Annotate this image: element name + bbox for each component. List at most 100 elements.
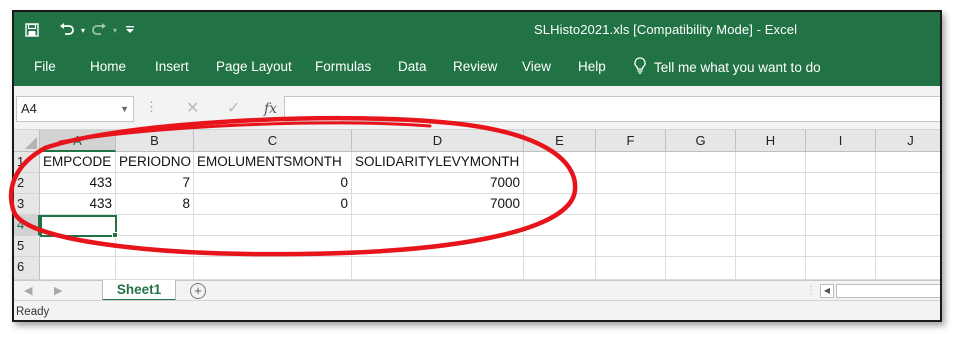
grid-cell[interactable] [116, 215, 194, 236]
formula-input[interactable] [284, 96, 940, 122]
row-header-2[interactable]: 2 [14, 173, 40, 194]
scroll-sheets-left-icon[interactable]: ◀ [24, 281, 32, 301]
grid-cell[interactable] [352, 257, 524, 280]
redo-icon[interactable] [90, 18, 108, 42]
grid-cell[interactable] [876, 215, 940, 236]
grid-cell[interactable] [666, 152, 736, 173]
cell-a3[interactable]: 433 [40, 194, 116, 215]
customize-qat-icon[interactable] [122, 18, 138, 42]
sheet-tab-sheet1[interactable]: Sheet1 [102, 280, 176, 301]
scrollbar-grip-icon[interactable]: ⋮ [806, 281, 816, 301]
grid-cell[interactable] [596, 215, 666, 236]
grid-cell[interactable] [666, 194, 736, 215]
row-header-3[interactable]: 3 [14, 194, 40, 215]
row-header-1[interactable]: 1 [14, 152, 40, 173]
grid-cell[interactable] [40, 236, 116, 257]
row-header-5[interactable]: 5 [14, 236, 40, 257]
tab-page-layout[interactable]: Page Layout [216, 48, 292, 86]
grid-cell[interactable] [524, 257, 596, 280]
grid-cell[interactable] [194, 236, 352, 257]
grid-cell[interactable] [352, 215, 524, 236]
tell-me-box[interactable]: Tell me what you want to do [634, 48, 821, 86]
enter-icon[interactable]: ✓ [227, 96, 240, 122]
name-box-dropdown-icon[interactable]: ▼ [120, 97, 129, 121]
column-header-a[interactable]: A [40, 130, 116, 152]
grid-cell[interactable] [876, 152, 940, 173]
row-header-4[interactable]: 4 [14, 215, 40, 236]
cell-c3[interactable]: 0 [194, 194, 352, 215]
name-box[interactable]: A4 ▼ [16, 96, 134, 122]
horizontal-scrollbar[interactable] [836, 284, 940, 298]
undo-icon[interactable] [58, 18, 76, 42]
tab-file[interactable]: File [34, 48, 56, 86]
grid-cell[interactable] [876, 257, 940, 280]
tab-review[interactable]: Review [453, 48, 497, 86]
grid-cell[interactable] [876, 173, 940, 194]
grid-cell[interactable] [736, 215, 806, 236]
grid-cell[interactable] [736, 194, 806, 215]
column-header-c[interactable]: C [194, 130, 352, 152]
grid-cell[interactable] [736, 152, 806, 173]
column-header-j[interactable]: J [876, 130, 940, 152]
tab-formulas[interactable]: Formulas [315, 48, 371, 86]
grid-cell[interactable] [596, 236, 666, 257]
insert-function-icon[interactable]: fx [264, 96, 277, 122]
grid-cell[interactable] [666, 215, 736, 236]
redo-dropdown-icon[interactable]: ▾ [110, 18, 120, 42]
grid-cell[interactable] [876, 236, 940, 257]
cell-a1[interactable]: EMPCODE [40, 152, 116, 173]
cell-d1[interactable]: SOLIDARITYLEVYMONTH [352, 152, 524, 173]
grid-cell[interactable] [194, 215, 352, 236]
grid-cell[interactable] [524, 173, 596, 194]
formula-bar-grip-icon[interactable]: ⋮ [145, 99, 158, 115]
tab-insert[interactable]: Insert [155, 48, 189, 86]
grid-cell[interactable] [524, 194, 596, 215]
cell-c1[interactable]: EMOLUMENTSMONTH [194, 152, 352, 173]
active-cell-a4[interactable] [40, 215, 117, 237]
select-all-button[interactable] [14, 130, 40, 152]
column-header-d[interactable]: D [352, 130, 524, 152]
grid-cell[interactable] [736, 173, 806, 194]
column-header-b[interactable]: B [116, 130, 194, 152]
grid-cell[interactable] [666, 236, 736, 257]
cell-d3[interactable]: 7000 [352, 194, 524, 215]
grid-cell[interactable] [876, 194, 940, 215]
grid-cell[interactable] [596, 194, 666, 215]
tab-view[interactable]: View [522, 48, 551, 86]
grid-cell[interactable] [596, 257, 666, 280]
cell-a2[interactable]: 433 [40, 173, 116, 194]
grid-cell[interactable] [524, 152, 596, 173]
grid-cell[interactable] [806, 152, 876, 173]
grid-cell[interactable] [524, 215, 596, 236]
grid-cell[interactable] [806, 215, 876, 236]
cell-b1[interactable]: PERIODNO [116, 152, 194, 173]
tab-help[interactable]: Help [578, 48, 606, 86]
grid-cell[interactable] [806, 257, 876, 280]
column-header-i[interactable]: I [806, 130, 876, 152]
undo-dropdown-icon[interactable]: ▾ [78, 18, 88, 42]
grid-cell[interactable] [116, 236, 194, 257]
grid-cell[interactable] [596, 152, 666, 173]
grid-cell[interactable] [736, 257, 806, 280]
grid-cell[interactable] [596, 173, 666, 194]
grid-cell[interactable] [666, 173, 736, 194]
cell-b2[interactable]: 7 [116, 173, 194, 194]
grid-cell[interactable] [352, 236, 524, 257]
cell-d2[interactable]: 7000 [352, 173, 524, 194]
row-header-6[interactable]: 6 [14, 257, 40, 280]
grid-cell[interactable] [116, 257, 194, 280]
add-sheet-icon[interactable]: + [190, 283, 206, 299]
grid-cell[interactable] [524, 236, 596, 257]
grid-cell[interactable] [806, 236, 876, 257]
column-header-h[interactable]: H [736, 130, 806, 152]
column-header-e[interactable]: E [524, 130, 596, 152]
column-header-g[interactable]: G [666, 130, 736, 152]
grid-cell[interactable] [806, 194, 876, 215]
grid-cell[interactable] [736, 236, 806, 257]
grid-cell[interactable] [666, 257, 736, 280]
cancel-icon[interactable]: ✕ [186, 96, 199, 122]
tab-data[interactable]: Data [398, 48, 427, 86]
grid-cell[interactable] [806, 173, 876, 194]
grid-cell[interactable] [40, 257, 116, 280]
scroll-sheets-right-icon[interactable]: ▶ [54, 281, 62, 301]
